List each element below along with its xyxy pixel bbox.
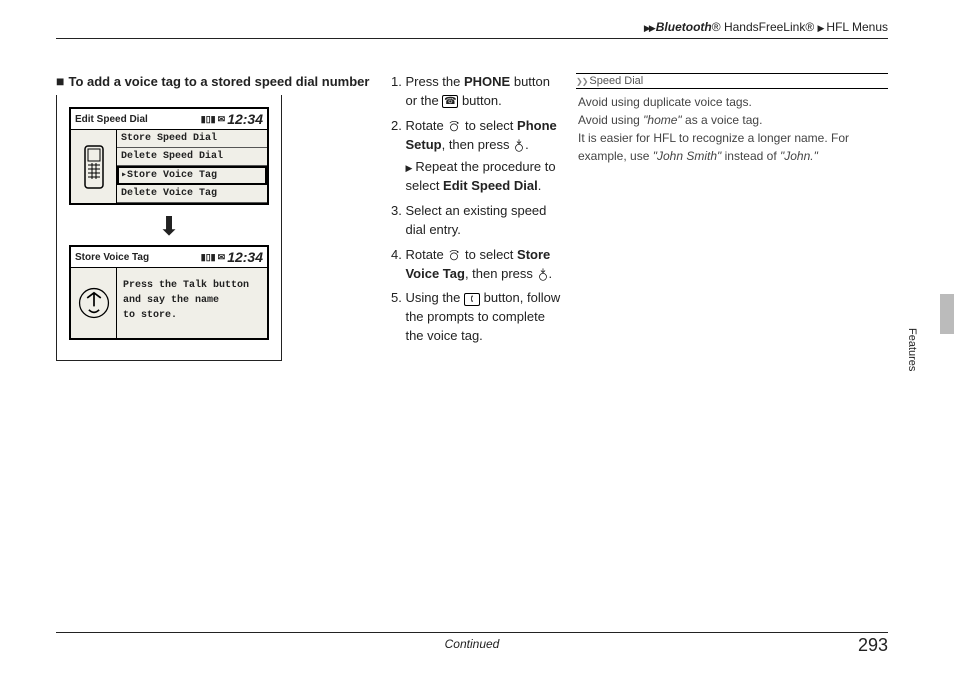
sidebar-line-3: It is easier for HFL to recognize a long… xyxy=(578,129,886,165)
step-2-sub: Repeat the procedure to select Edit Spee… xyxy=(405,158,564,196)
page-number: 293 xyxy=(858,635,888,656)
lcd1-status-icons: ▮▯▮✉ 12:34 xyxy=(201,111,263,127)
step-5: Using the 🕻 button, follow the prompts t… xyxy=(405,289,564,346)
press-knob-icon xyxy=(537,267,549,281)
lcd1-menu-item: Delete Voice Tag xyxy=(117,185,267,203)
step-4: Rotate to select Store Voice Tag, then p… xyxy=(405,246,564,284)
rotate-knob-icon xyxy=(447,248,461,262)
phone-hangup-icon: ☎ xyxy=(442,95,458,108)
lcd1-menu-item: Delete Speed Dial xyxy=(117,148,267,166)
page-footer: Continued 293 xyxy=(56,632,888,656)
talk-button-icon: 🕻 xyxy=(464,293,480,306)
lcd1-title: Edit Speed Dial xyxy=(75,114,148,125)
lcd-screen-2: Store Voice Tag ▮▯▮✉ 12:34 Press the Tal… xyxy=(69,245,269,340)
sidebar-note: Speed Dial Avoid using duplicate voice t… xyxy=(576,73,888,361)
phone-icon xyxy=(71,130,117,203)
lcd1-menu: Store Speed Dial Delete Speed Dial▸Store… xyxy=(117,130,267,203)
sidebar-line-2: Avoid using "home" as a voice tag. xyxy=(578,111,886,129)
step-1: Press the PHONE button or the ☎ button. xyxy=(405,73,564,111)
lcd1-clock: 12:34 xyxy=(227,111,263,127)
breadcrumb-b: HandsFreeLink® xyxy=(724,20,814,34)
breadcrumb-c: HFL Menus xyxy=(826,20,888,34)
sidebar-line-1: Avoid using duplicate voice tags. xyxy=(578,93,886,111)
lcd2-status-icons: ▮▯▮✉ 12:34 xyxy=(201,249,263,265)
lcd1-menu-item: ▸Store Voice Tag xyxy=(117,166,267,185)
step-2: Rotate to select Phone Setup, then press… xyxy=(405,117,564,196)
lcd2-clock: 12:34 xyxy=(227,249,263,265)
rotate-knob-icon xyxy=(447,119,461,133)
breadcrumb: Bluetooth® HandsFreeLink® HFL Menus xyxy=(56,20,888,39)
lcd2-title: Store Voice Tag xyxy=(75,252,149,263)
arrow-down-icon: ⬇ xyxy=(158,213,180,239)
section-heading: ■To add a voice tag to a stored speed di… xyxy=(56,73,369,89)
instruction-steps: Press the PHONE button or the ☎ button. … xyxy=(369,73,564,361)
breadcrumb-a: Bluetooth xyxy=(656,20,712,34)
press-knob-icon xyxy=(513,138,525,152)
figure-container: Edit Speed Dial ▮▯▮✉ 12:34 xyxy=(56,95,282,361)
section-tab-label: Features xyxy=(906,328,918,371)
sidebar-header: Speed Dial xyxy=(576,73,888,89)
footer-continued: Continued xyxy=(445,637,500,651)
lcd-screen-1: Edit Speed Dial ▮▯▮✉ 12:34 xyxy=(69,107,269,205)
step-3: Select an existing speed dial entry. xyxy=(405,202,564,240)
lcd2-message: Press the Talk buttonand say the nameto … xyxy=(117,268,267,338)
section-tab xyxy=(940,294,954,334)
lcd1-menu-item: Store Speed Dial xyxy=(117,130,267,148)
talk-icon xyxy=(71,268,117,338)
